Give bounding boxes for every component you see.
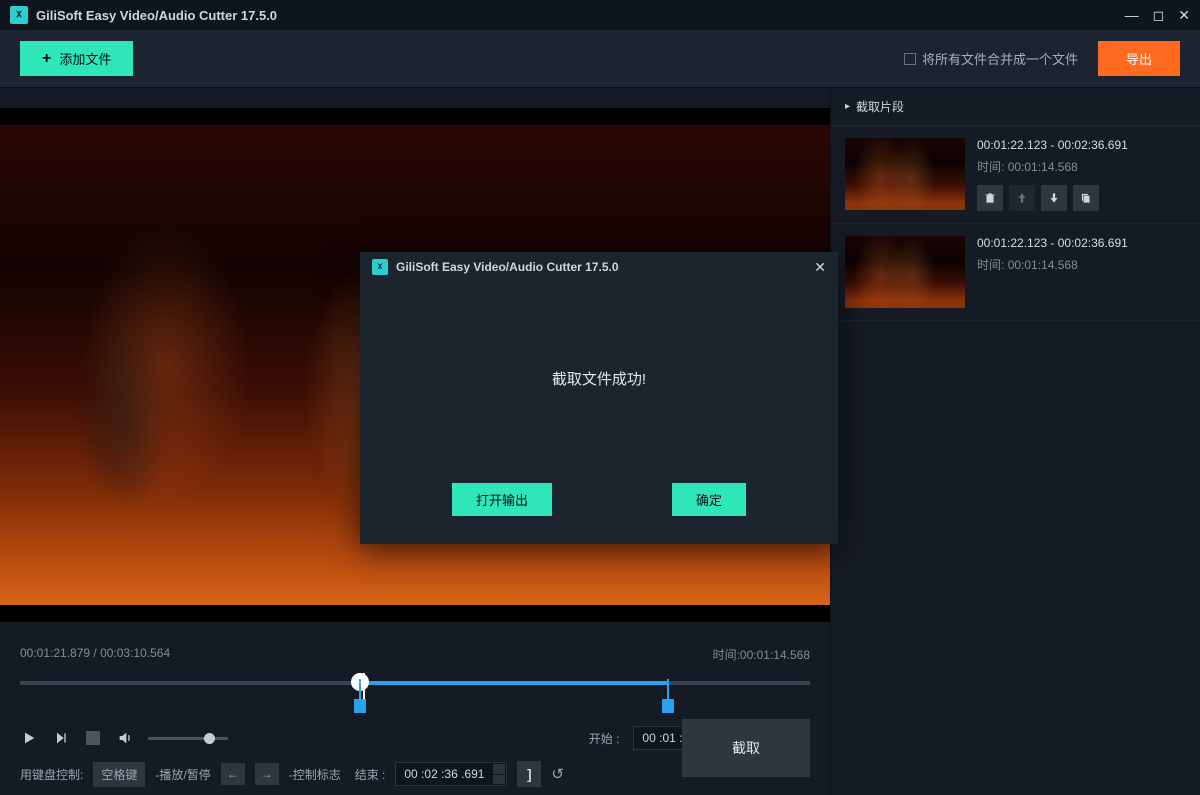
delete-segment-button[interactable] — [977, 185, 1003, 211]
close-button[interactable]: ✕ — [1178, 8, 1190, 22]
hint-mark: -控制标志 — [289, 766, 341, 783]
ok-button[interactable]: 确定 — [672, 483, 746, 516]
selection-duration: 时间:00:01:14.568 — [713, 646, 810, 663]
minimize-button[interactable]: ― — [1125, 8, 1139, 22]
export-button[interactable]: 导出 — [1098, 41, 1180, 76]
maximize-button[interactable]: ◻ — [1153, 8, 1165, 22]
hint-space: 空格键 — [93, 762, 145, 787]
timeline-track[interactable] — [20, 669, 810, 709]
segment-range: 00:01:22.123 - 00:02:36.691 — [977, 138, 1186, 152]
move-down-button[interactable] — [1041, 185, 1067, 211]
app-title: GiliSoft Easy Video/Audio Cutter 17.5.0 — [36, 8, 1125, 23]
app-icon — [372, 259, 388, 275]
copy-segment-button[interactable] — [1073, 185, 1099, 211]
success-dialog: GiliSoft Easy Video/Audio Cutter 17.5.0 … — [360, 252, 838, 544]
segment-item[interactable]: 00:01:22.123 - 00:02:36.691 时间: 00:01:14… — [831, 224, 1200, 321]
start-label: 开始 : — [589, 730, 620, 747]
cut-button[interactable]: 截取 — [682, 719, 810, 777]
position-total: 00:01:21.879 / 00:03:10.564 — [20, 646, 170, 663]
app-icon — [10, 6, 28, 24]
play-segment-button[interactable] — [52, 729, 70, 747]
hint-left-key: ← — [221, 763, 245, 785]
checkbox-icon — [904, 53, 916, 65]
range-end-handle[interactable] — [662, 699, 674, 713]
open-output-button[interactable]: 打开输出 — [452, 483, 552, 516]
dialog-close-button[interactable]: ✕ — [814, 259, 826, 276]
hint-prefix: 用键盘控制: — [20, 766, 83, 783]
move-up-button[interactable] — [1009, 185, 1035, 211]
hint-right-key: → — [255, 763, 279, 785]
dialog-message: 截取文件成功! — [360, 282, 838, 389]
merge-label: 将所有文件合并成一个文件 — [922, 49, 1078, 68]
segment-item[interactable]: 00:01:22.123 - 00:02:36.691 时间: 00:01:14… — [831, 126, 1200, 224]
segment-range: 00:01:22.123 - 00:02:36.691 — [977, 236, 1186, 250]
segment-duration: 时间: 00:01:14.568 — [977, 256, 1186, 273]
segments-header[interactable]: ▸ 截取片段 — [831, 88, 1200, 126]
segments-header-label: 截取片段 — [856, 98, 904, 115]
volume-slider[interactable] — [148, 737, 228, 740]
toolbar: + 添加文件 将所有文件合并成一个文件 导出 — [0, 30, 1200, 88]
segments-panel: ▸ 截取片段 00:01:22.123 - 00:02:36.691 时间: 0… — [830, 88, 1200, 795]
segment-duration: 时间: 00:01:14.568 — [977, 158, 1186, 175]
hint-play: -播放/暂停 — [155, 766, 210, 783]
reset-end-button[interactable]: ↺ — [551, 765, 564, 783]
set-end-button[interactable]: ] — [517, 761, 541, 787]
end-spinner[interactable] — [493, 764, 505, 784]
end-time-input[interactable] — [395, 762, 507, 786]
dialog-title: GiliSoft Easy Video/Audio Cutter 17.5.0 — [396, 260, 814, 274]
chevron-right-icon: ▸ — [845, 101, 850, 112]
range-start-handle[interactable] — [354, 699, 366, 713]
timeline-panel: 00:01:21.879 / 00:03:10.564 时间:00:01:14.… — [0, 632, 830, 795]
stop-button[interactable] — [84, 729, 102, 747]
add-file-button[interactable]: + 添加文件 — [20, 41, 133, 76]
segment-thumb — [845, 236, 965, 308]
title-bar: GiliSoft Easy Video/Audio Cutter 17.5.0 … — [0, 0, 1200, 30]
segment-thumb — [845, 138, 965, 210]
add-file-label: 添加文件 — [59, 49, 111, 68]
volume-icon[interactable] — [116, 729, 134, 747]
merge-checkbox[interactable]: 将所有文件合并成一个文件 — [904, 49, 1078, 68]
play-button[interactable] — [20, 729, 38, 747]
end-label: 结束 : — [355, 766, 386, 783]
plus-icon: + — [42, 50, 51, 68]
